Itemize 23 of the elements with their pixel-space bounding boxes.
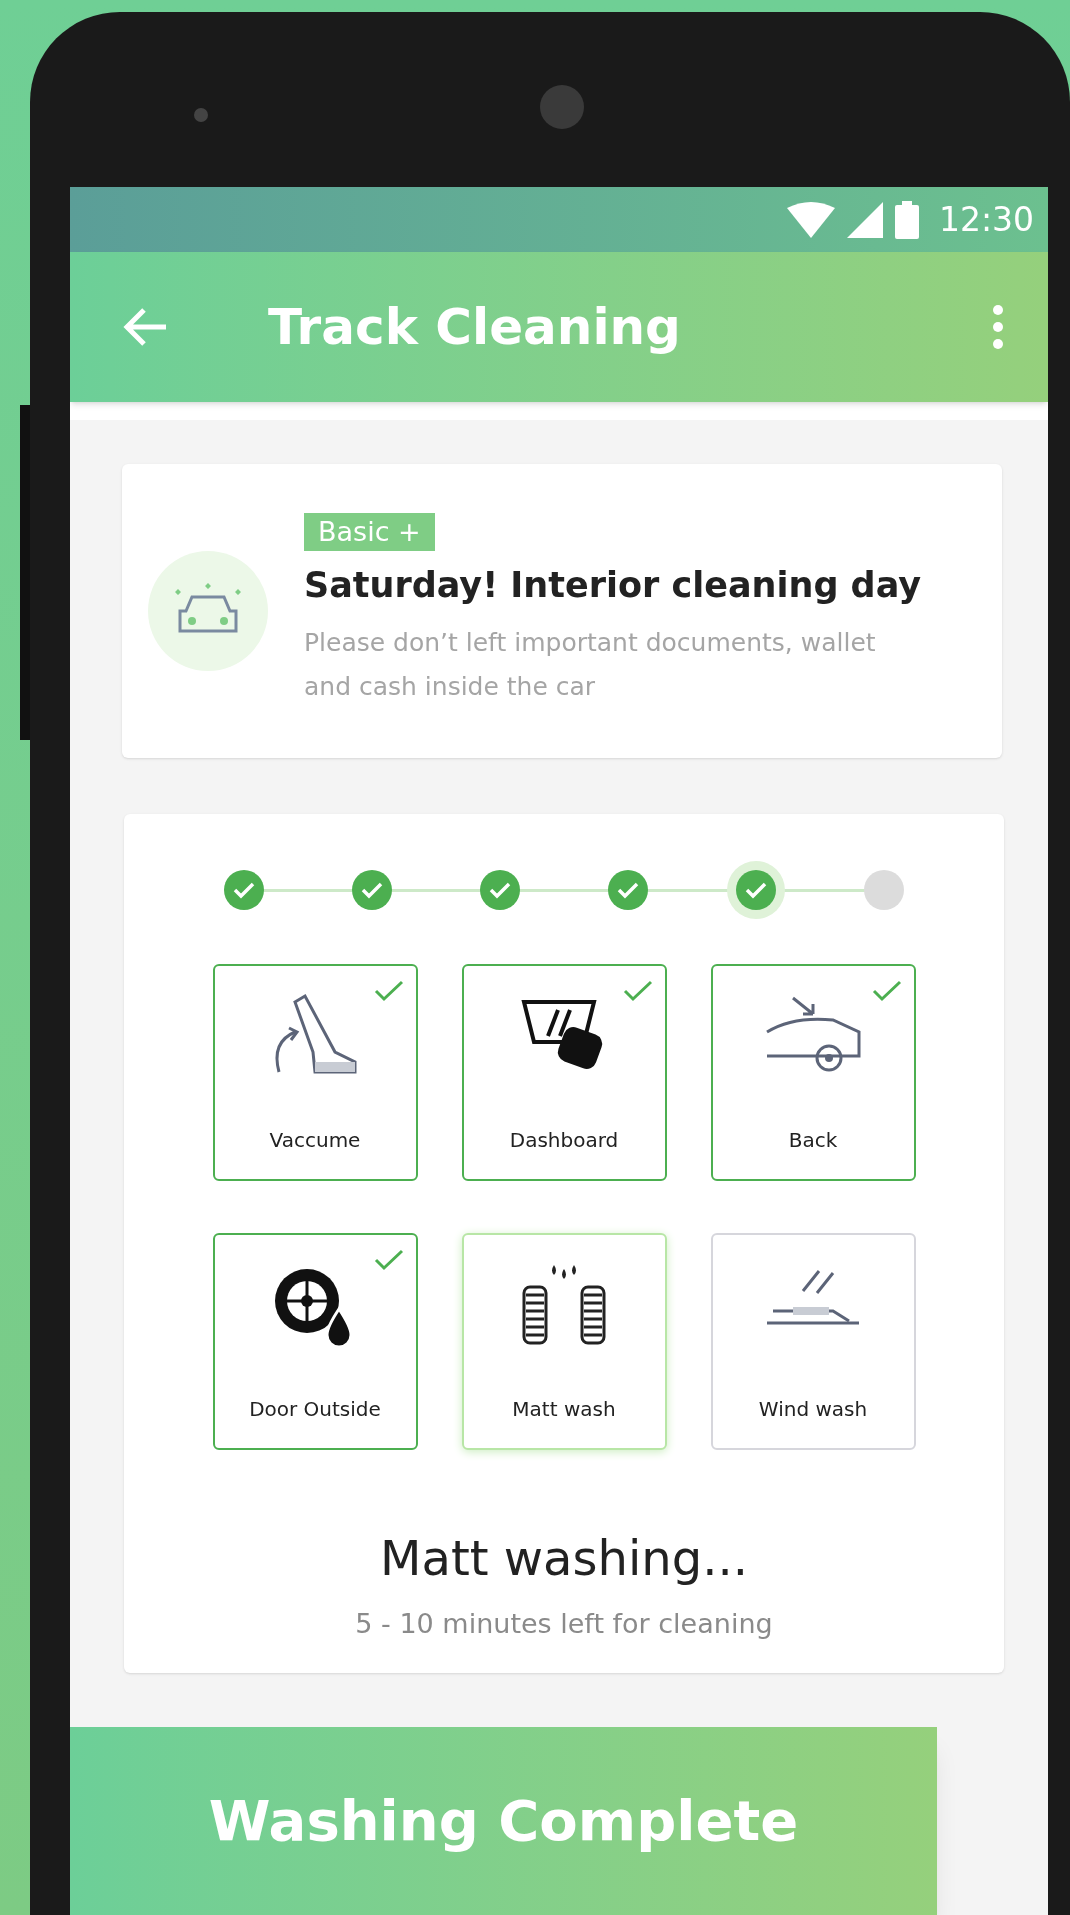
task-label: Wind wash <box>758 1396 868 1424</box>
check-icon <box>373 1249 404 1272</box>
card-description: Please don’t left important documents, wallet and cash inside the car <box>304 627 877 704</box>
check-icon <box>622 980 653 1003</box>
wifi-icon <box>786 201 835 238</box>
more-options-icon <box>992 304 1004 351</box>
plan-badge: Basic + <box>304 512 435 551</box>
task-label: Dashboard <box>509 1127 619 1155</box>
screen-title: Track Cleaning <box>268 296 681 358</box>
task-label: Vaccume <box>269 1127 361 1155</box>
progress-heading: Matt washing... <box>380 1529 748 1589</box>
back-arrow-icon <box>122 307 168 348</box>
task-label: Back <box>788 1127 838 1155</box>
status-time: 12:30 <box>938 198 1034 241</box>
card-title: Saturday! Interior cleaning day <box>304 563 922 607</box>
task-label: Door Outside <box>249 1396 381 1424</box>
signal-icon <box>846 201 883 238</box>
battery-icon <box>894 200 919 239</box>
check-icon <box>373 980 404 1003</box>
washing-complete-button[interactable]: Washing Complete <box>70 1727 937 1915</box>
check-icon <box>871 980 902 1003</box>
task-label: Matt wash <box>512 1396 616 1424</box>
progress-subtitle: 5 - 10 minutes left for cleaning <box>355 1607 773 1642</box>
